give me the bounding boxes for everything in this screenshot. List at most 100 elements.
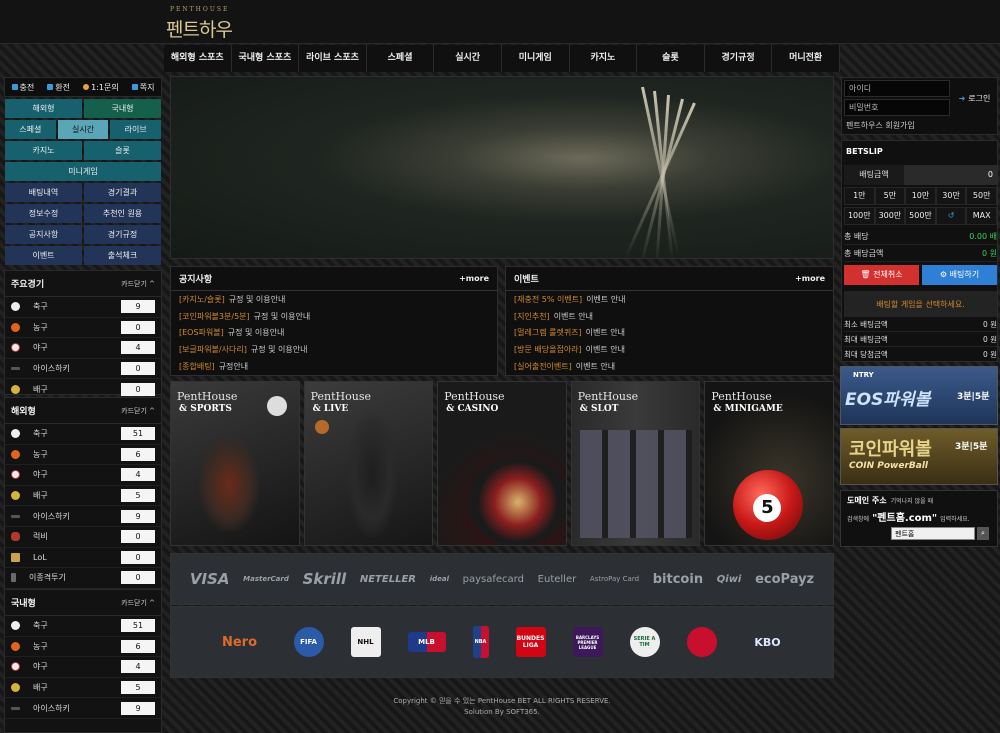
list-item[interactable]: 이종격투기 0	[5, 568, 161, 589]
list-item[interactable]: 축구 51	[5, 616, 161, 637]
list-item[interactable]: [코인파워볼3분/5분] 규정 및 이용안내	[171, 308, 497, 325]
login-button[interactable]: ➜ 로그인	[952, 80, 997, 116]
eos-powerball-banner[interactable]: NTRY EOS파워볼 3분|5분	[840, 366, 998, 425]
cat-event[interactable]: 이벤트	[5, 246, 82, 265]
note-button[interactable]: 쪽지	[131, 82, 154, 93]
list-item[interactable]: [종합배팅] 규정안내	[171, 358, 497, 375]
domestic-collapse[interactable]: 카드닫기 ^	[121, 598, 155, 608]
main-games-collapse[interactable]: 카드닫기 ^	[121, 279, 155, 289]
game-tile-live[interactable]: PentHouse & LIVE	[303, 381, 434, 546]
cat-rules[interactable]: 경기규정	[84, 225, 161, 244]
list-item[interactable]: 축구 51	[5, 424, 161, 445]
overseas-collapse[interactable]: 카드닫기 ^	[121, 406, 155, 416]
mma-icon	[11, 573, 16, 583]
list-item[interactable]: [카지노/슬롯] 규정 및 이용안내	[171, 291, 497, 308]
game-tile-sports[interactable]: PentHouse & SPORTS	[170, 381, 300, 546]
login-icon: ➜	[958, 93, 966, 103]
cat-slot[interactable]: 슬롯	[84, 141, 161, 160]
signup-link[interactable]: 펜트하우스 회원가입	[846, 120, 915, 131]
list-item[interactable]: [실어출전이벤트] 이벤트 안내	[506, 358, 833, 375]
nav-overseas-sports[interactable]: 해외형 스포츠	[164, 45, 232, 72]
chip-50k[interactable]: 5만	[874, 187, 906, 205]
list-item[interactable]: [EOS파워볼] 규정 및 이용안내	[171, 325, 497, 342]
chip-300k[interactable]: 30만	[935, 187, 967, 205]
inquiry-button[interactable]: 1:1문의	[83, 82, 119, 93]
cat-live[interactable]: 라이브	[110, 120, 162, 139]
list-item[interactable]: 야구 4	[5, 657, 161, 678]
domain-search-input[interactable]	[891, 527, 975, 540]
nav-domestic-sports[interactable]: 국내형 스포츠	[232, 45, 300, 72]
list-item[interactable]: 농구 6	[5, 637, 161, 658]
game-tile-minigame[interactable]: PentHouse & MINIGAME 5	[704, 381, 834, 546]
cancel-all-button[interactable]: 🗑 전체취소	[844, 265, 919, 285]
nav-game-rules[interactable]: 경기규정	[705, 45, 773, 72]
list-item[interactable]: 배구 5	[5, 486, 161, 507]
chip-max[interactable]: MAX	[966, 207, 997, 225]
chip-3m[interactable]: 300만	[874, 207, 906, 225]
chip-1m[interactable]: 100만	[844, 207, 875, 225]
reset-button[interactable]: ↺	[935, 207, 967, 225]
list-item[interactable]: [멀레그렘 룰렛퀴즈] 이벤트 안내	[506, 325, 833, 342]
username-input[interactable]	[844, 80, 950, 97]
list-item[interactable]: 아이스하키 9	[5, 506, 161, 527]
chip-500k[interactable]: 50만	[966, 187, 997, 205]
search-icon[interactable]: ⌕	[977, 527, 989, 540]
sport-count: 0	[121, 571, 155, 585]
list-item[interactable]: 배구 5	[5, 678, 161, 699]
event-more-link[interactable]: +more	[795, 274, 825, 283]
game-tile-casino[interactable]: PentHouse & CASINO	[437, 381, 567, 546]
cat-referral[interactable]: 추천인 원용	[84, 204, 161, 223]
game-tiles: PentHouse & SPORTS PentHouse & LIVE Pent…	[170, 381, 834, 546]
list-item[interactable]: [보글파워볼/사다리] 규정 및 이용안내	[171, 341, 497, 358]
cat-attendance[interactable]: 출석체크	[84, 246, 161, 265]
nav-minigame[interactable]: 미니게임	[502, 45, 570, 72]
list-item[interactable]: 축구 9	[5, 297, 161, 318]
list-item[interactable]: 아이스하키 0	[5, 359, 161, 380]
nav-live-sports[interactable]: 라이브 스포츠	[299, 45, 367, 72]
coin-powerball-banner[interactable]: 코인파워볼 COIN PowerBall 3분|5분	[840, 428, 998, 485]
exchange-button[interactable]: 환전	[47, 82, 70, 93]
nav-realtime[interactable]: 실시간	[434, 45, 502, 72]
cat-casino[interactable]: 카지노	[5, 141, 82, 160]
nav-casino[interactable]: 카지노	[570, 45, 638, 72]
list-item[interactable]: [지인추천] 이벤트 안내	[506, 308, 833, 325]
cat-edit-info[interactable]: 정보수정	[5, 204, 82, 223]
cat-results[interactable]: 경기결과	[84, 183, 161, 202]
cat-realtime[interactable]: 실시간	[57, 120, 109, 139]
nav-money-exchange[interactable]: 머니전환	[772, 45, 840, 72]
place-bet-button[interactable]: ⚙ 배팅하기	[922, 265, 997, 285]
charge-button[interactable]: 충전	[11, 82, 34, 93]
list-item[interactable]: 럭비 0	[5, 527, 161, 548]
list-item[interactable]: 농구 0	[5, 318, 161, 339]
password-input[interactable]	[844, 99, 950, 116]
chip-100k[interactable]: 10만	[905, 187, 936, 205]
serie-a-logo: SERIE A TIM	[629, 627, 660, 657]
main-games-title: 주요경기	[11, 280, 45, 290]
cat-overseas[interactable]: 해외형	[5, 99, 82, 118]
game-name: & SLOT	[579, 404, 619, 414]
cat-minigame[interactable]: 미니게임	[5, 162, 161, 181]
list-item[interactable]: 농구 6	[5, 445, 161, 466]
chip-10k[interactable]: 1만	[844, 187, 875, 205]
cat-special[interactable]: 스페셜	[5, 120, 56, 139]
list-item[interactable]: 야구 4	[5, 338, 161, 359]
game-tile-slot[interactable]: PentHouse & SLOT	[570, 381, 701, 546]
cat-domestic[interactable]: 국내형	[84, 99, 161, 118]
list-item[interactable]: 야구 4	[5, 465, 161, 486]
notice-more-link[interactable]: +more	[459, 274, 489, 283]
nav-special[interactable]: 스페셜	[367, 45, 435, 72]
logo[interactable]: PENTHOUSE 펜트하우스	[166, 6, 246, 68]
list-item[interactable]: [재충전 5% 이벤트] 이벤트 안내	[506, 291, 833, 308]
cat-notice[interactable]: 공지사항	[5, 225, 82, 244]
list-item[interactable]: [방문 배당올접아라] 이벤트 안내	[506, 341, 833, 358]
baseball-icon	[11, 662, 20, 672]
main-banner[interactable]	[170, 76, 834, 259]
event-tag: [재충전 5% 이벤트]	[514, 294, 583, 304]
list-item[interactable]: LoL 0	[5, 548, 161, 569]
list-item[interactable]: 아이스하키 9	[5, 698, 161, 719]
cat-bet-history[interactable]: 배팅내역	[5, 183, 82, 202]
nav-slot[interactable]: 슬롯	[637, 45, 705, 72]
mail-icon	[131, 84, 138, 90]
chip-5m[interactable]: 500만	[905, 207, 936, 225]
bet-amount-value[interactable]: 0	[904, 165, 997, 185]
